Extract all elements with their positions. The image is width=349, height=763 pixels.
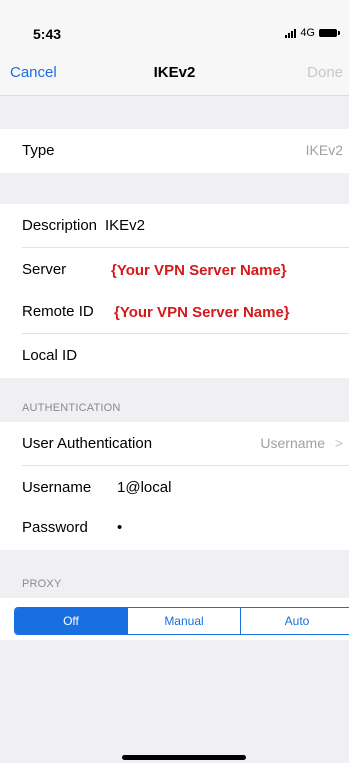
proxy-off-segment[interactable]: Off <box>15 608 127 634</box>
remote-id-label: Remote ID <box>22 303 94 320</box>
user-authentication-row[interactable]: User Authentication Username > <box>0 422 349 466</box>
password-label: Password <box>22 519 88 536</box>
description-label: Description <box>22 217 98 234</box>
chevron-right-icon: > <box>334 435 343 451</box>
remote-id-row[interactable]: Remote ID {Your VPN Server Name} <box>0 290 349 334</box>
server-field[interactable]: {Your VPN Server Name} <box>111 262 287 279</box>
status-time: 5:43 <box>33 26 62 42</box>
authentication-header: AUTHENTICATION <box>22 402 121 414</box>
user-authentication-label: User Authentication <box>22 435 153 452</box>
local-id-label: Local ID <box>22 347 78 364</box>
home-indicator[interactable] <box>122 755 246 760</box>
server-row[interactable]: Server {Your VPN Server Name} <box>0 248 349 292</box>
password-row[interactable]: Password • <box>0 506 349 550</box>
status-bar: 5:43 4G <box>0 0 349 48</box>
type-value: IKEv2 <box>305 142 343 158</box>
description-row[interactable]: Description IKEv2 <box>0 204 349 248</box>
proxy-header: PROXY <box>22 578 62 590</box>
type-row[interactable]: Type IKEv2 <box>0 129 349 173</box>
password-field[interactable]: • <box>117 519 122 536</box>
signal-icon <box>285 28 297 38</box>
username-row[interactable]: Username 1@local <box>0 466 349 510</box>
username-label: Username <box>22 479 92 496</box>
server-label: Server <box>22 261 67 278</box>
user-authentication-value: Username <box>260 435 325 451</box>
network-type: 4G <box>300 27 315 39</box>
battery-icon <box>319 29 340 37</box>
username-field[interactable]: 1@local <box>117 479 171 496</box>
remote-id-field[interactable]: {Your VPN Server Name} <box>114 304 290 321</box>
proxy-segmented-control[interactable]: Off Manual Auto <box>14 607 349 635</box>
local-id-row[interactable]: Local ID <box>0 334 349 378</box>
done-button[interactable]: Done <box>307 64 343 81</box>
navigation-bar: Cancel IKEv2 Done <box>0 48 349 96</box>
description-field[interactable]: IKEv2 <box>105 217 145 234</box>
proxy-auto-segment[interactable]: Auto <box>240 608 349 634</box>
type-label: Type <box>22 142 55 159</box>
proxy-manual-segment[interactable]: Manual <box>127 608 240 634</box>
page-title: IKEv2 <box>153 64 196 81</box>
status-icons: 4G <box>285 27 340 39</box>
